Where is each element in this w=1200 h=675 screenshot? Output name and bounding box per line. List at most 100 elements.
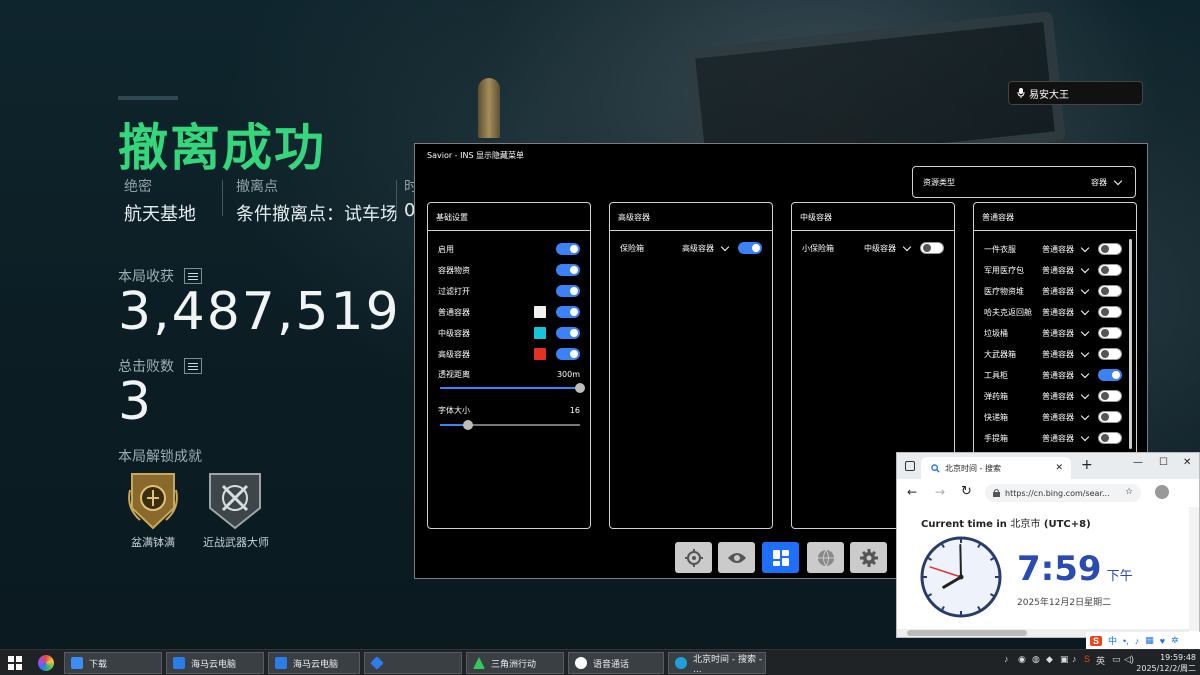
taskbar-item-voice-call[interactable]: 语音通话: [568, 652, 664, 674]
ime-mode-icon[interactable]: 英: [1096, 654, 1105, 667]
globe-icon: [817, 549, 834, 566]
punctuation-icon[interactable]: •,: [1123, 636, 1129, 646]
world-button[interactable]: [807, 542, 844, 573]
back-icon[interactable]: ←: [907, 485, 917, 499]
mic-icon[interactable]: ♪: [1135, 636, 1140, 646]
volume-icon[interactable]: ◁): [1124, 654, 1134, 665]
container-toggle[interactable]: [1098, 285, 1122, 297]
colorful-app-icon[interactable]: [38, 655, 54, 671]
container-row: 大武器箱 普通容器: [984, 347, 1122, 361]
voice-user-pill[interactable]: 易安大王: [1008, 81, 1143, 105]
taskbar-item-haima-2[interactable]: 海马云电脑: [268, 652, 360, 674]
mic-icon[interactable]: ♪: [1072, 654, 1077, 664]
vertical-scrollbar[interactable]: [1189, 507, 1199, 631]
slider-knob[interactable]: [463, 420, 473, 430]
safe-toggle[interactable]: [738, 242, 762, 254]
close-window-icon[interactable]: ✕: [1183, 457, 1191, 468]
taskbar-item-cube[interactable]: [364, 652, 462, 674]
favorite-icon[interactable]: ☆: [1125, 487, 1133, 497]
category-select[interactable]: 普通容器: [1042, 411, 1092, 423]
display-icon[interactable]: ▭: [1112, 654, 1121, 665]
container-toggle[interactable]: [1098, 264, 1122, 276]
font-size-slider[interactable]: [440, 420, 580, 430]
tiktok-icon[interactable]: ♪: [1004, 654, 1009, 664]
ime-toolbar[interactable]: S 中 •, ♪ ▦ ♥ ✲: [1086, 632, 1200, 649]
category-select[interactable]: 中级容器: [864, 242, 914, 254]
slider-knob[interactable]: [575, 383, 585, 393]
small-safe-toggle[interactable]: [920, 242, 944, 254]
sogou-icon[interactable]: S: [1090, 635, 1103, 646]
info-time: 时 0: [404, 179, 414, 221]
category-select[interactable]: 普通容器: [1042, 306, 1092, 318]
resource-type-select[interactable]: 资源类型 容器: [912, 166, 1136, 198]
maximize-icon[interactable]: ☐: [1159, 457, 1168, 468]
nvidia-icon[interactable]: ◆: [1046, 654, 1053, 665]
advanced-color-swatch[interactable]: [534, 348, 546, 360]
forward-icon[interactable]: →: [935, 485, 945, 499]
windows-start-icon[interactable]: [8, 656, 22, 670]
tab-actions-icon[interactable]: [905, 461, 915, 471]
normal-color-swatch[interactable]: [534, 306, 546, 318]
category-select[interactable]: 高级容器: [682, 242, 732, 254]
taskbar-item-delta-force[interactable]: 三角洲行动: [466, 652, 564, 674]
sogou-tray-icon[interactable]: S: [1084, 654, 1090, 664]
medium-color-swatch[interactable]: [534, 327, 546, 339]
network-icon[interactable]: ▣: [1060, 654, 1069, 665]
advanced-container-toggle[interactable]: [556, 348, 580, 360]
system-clock[interactable]: 19:59:48 2025/12/2/周二: [1136, 652, 1196, 674]
taskbar-item-edge[interactable]: 北京时间 - 搜索 - ...: [668, 652, 766, 675]
container-toggle[interactable]: [1098, 390, 1122, 402]
dashboard-button[interactable]: [762, 542, 799, 573]
panel-header: 普通容器: [974, 203, 1136, 231]
scrollbar[interactable]: [1129, 239, 1132, 449]
category-select[interactable]: 普通容器: [1042, 264, 1092, 276]
visibility-button[interactable]: [718, 542, 755, 573]
close-tab-icon[interactable]: ✕: [1055, 463, 1063, 473]
skin-icon[interactable]: ♥: [1160, 636, 1165, 646]
minimize-icon[interactable]: —: [1133, 457, 1143, 468]
wechat-icon[interactable]: ◍: [1032, 654, 1040, 665]
analog-clock: [920, 536, 1002, 618]
avatar[interactable]: [1155, 485, 1169, 499]
container-toggle[interactable]: [1098, 306, 1122, 318]
keyboard-icon[interactable]: ▦: [1145, 635, 1154, 646]
taskbar: 下载 海马云电脑 海马云电脑 三角洲行动 语音通话 北京时间 - 搜索 - ..…: [0, 649, 1200, 675]
container-toggle[interactable]: [1098, 348, 1122, 360]
category-select[interactable]: 普通容器: [1042, 285, 1092, 297]
category-select[interactable]: 普通容器: [1042, 390, 1092, 402]
taskbar-item-haima-1[interactable]: 海马云电脑: [166, 652, 264, 674]
container-toggle[interactable]: [1098, 411, 1122, 423]
url-field[interactable]: https://cn.bing.com/sear...: [985, 484, 1141, 502]
address-bar-row: ← → ↻ https://cn.bing.com/sear... ☆: [897, 479, 1199, 507]
container-toggle[interactable]: [1098, 432, 1122, 444]
category-select[interactable]: 普通容器: [1042, 348, 1092, 360]
refresh-icon[interactable]: ↻: [961, 484, 972, 499]
melee-weapons-badge-icon[interactable]: [206, 468, 264, 532]
taskbar-item-download[interactable]: 下载: [64, 652, 162, 674]
category-select[interactable]: 普通容器: [1042, 432, 1092, 444]
list-icon[interactable]: [184, 358, 202, 374]
crosshair-button[interactable]: [675, 542, 712, 573]
gold-laurel-badge-icon[interactable]: [124, 468, 182, 532]
category-select[interactable]: 普通容器: [1042, 327, 1092, 339]
browser-window[interactable]: 北京时间 - 搜索 ✕ + — ☐ ✕ ← → ↻ https://cn.bin…: [896, 452, 1200, 638]
category-select[interactable]: 普通容器: [1042, 243, 1092, 255]
chevron-down-icon: [720, 242, 730, 251]
filter-opened-toggle[interactable]: [556, 285, 580, 297]
container-toggle[interactable]: [1098, 369, 1122, 381]
current-time-heading: Current time in 北京市 (UTC+8): [921, 519, 1091, 530]
container-items-toggle[interactable]: [556, 264, 580, 276]
tools-icon[interactable]: ✲: [1171, 635, 1179, 646]
medium-container-toggle[interactable]: [556, 327, 580, 339]
browser-tab[interactable]: 北京时间 - 搜索 ✕: [921, 457, 1071, 479]
download-icon: [71, 657, 83, 669]
settings-button[interactable]: [850, 542, 887, 573]
container-toggle[interactable]: [1098, 243, 1122, 255]
enable-toggle[interactable]: [556, 243, 580, 255]
normal-container-toggle[interactable]: [556, 306, 580, 318]
container-toggle[interactable]: [1098, 327, 1122, 339]
new-tab-icon[interactable]: +: [1081, 457, 1093, 473]
tray-app-icon[interactable]: ◉: [1018, 654, 1026, 665]
category-select[interactable]: 普通容器: [1042, 369, 1092, 381]
view-distance-slider[interactable]: [440, 383, 585, 393]
